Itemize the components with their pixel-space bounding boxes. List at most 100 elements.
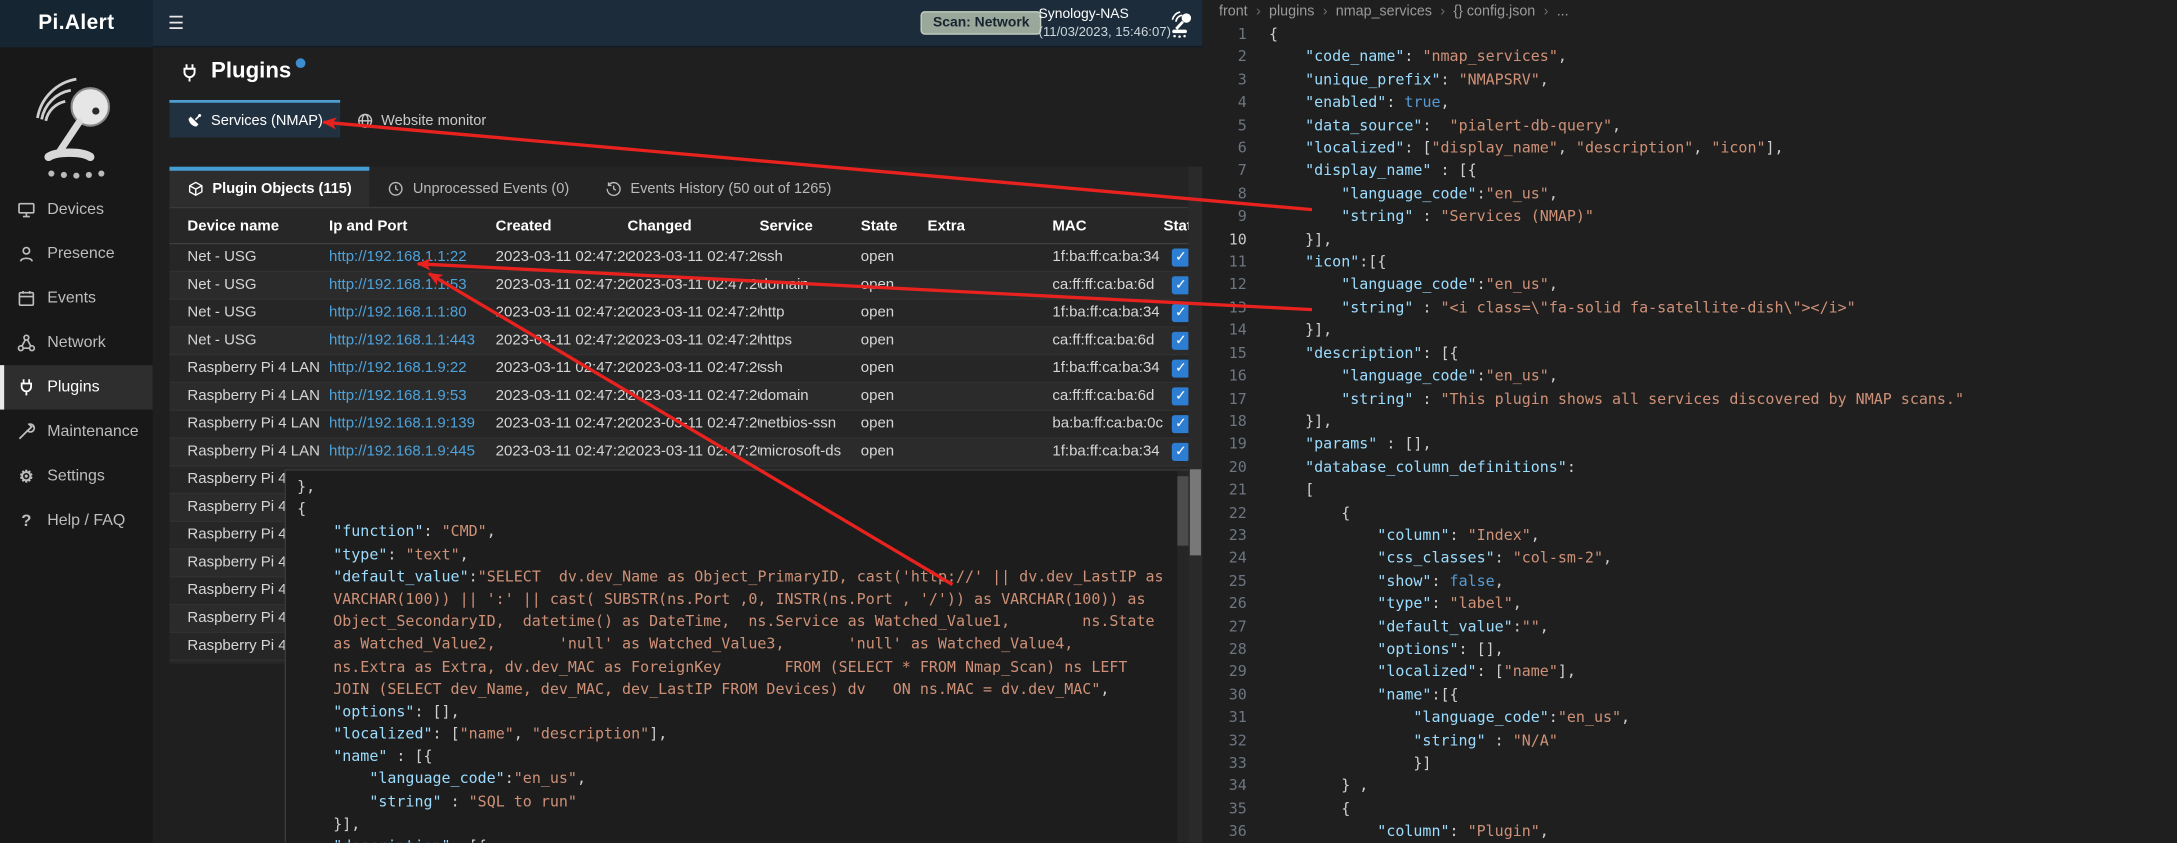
- sidebar-menu: DevicesPresence Events NetworkPluginsMaint…: [0, 187, 153, 542]
- line-number: 24: [1202, 549, 1246, 572]
- tab-services-nmap[interactable]: Services (NMAP): [169, 100, 339, 137]
- editor-lines[interactable]: 1{2 "code_name": "nmap_services",3 "uniq…: [1202, 25, 2177, 843]
- cell-device: Raspberry Pi 4 LAN: [169, 355, 329, 381]
- breadcrumb-separator: ›: [1256, 4, 1261, 19]
- cell-state: open: [861, 355, 928, 381]
- cell-status: ✓: [1163, 300, 1188, 326]
- ip-port-link[interactable]: http://192.168.1.1:53: [329, 272, 496, 298]
- ip-port-link[interactable]: http://192.168.1.1:80: [329, 300, 496, 326]
- table-scrollbar[interactable]: [1188, 167, 1202, 843]
- breadcrumb-item-nmap-services[interactable]: nmap_services: [1336, 4, 1432, 19]
- gear-icon: ⚙: [17, 466, 36, 485]
- tab-website-monitor[interactable]: Website monitor: [339, 100, 502, 137]
- cell-status: ✓: [1163, 411, 1188, 437]
- code-text: ns.Extra as Extra, dv.dev_MAC as Foreign…: [297, 657, 1127, 675]
- code-editor: front›plugins›nmap_services›{} config.js…: [1202, 0, 2177, 843]
- cell-service: domain: [759, 272, 860, 298]
- code-text: },: [297, 478, 315, 496]
- table-row[interactable]: Net - USGhttp://192.168.1.1:532023-03-11…: [169, 272, 1188, 300]
- row-checkbox[interactable]: ✓: [1172, 415, 1189, 433]
- menu-toggle-icon[interactable]: ☰: [168, 0, 184, 47]
- table-row[interactable]: Raspberry Pi 4 LANhttp://192.168.1.9:532…: [169, 383, 1188, 411]
- row-checkbox[interactable]: ✓: [1172, 249, 1189, 267]
- line-number: 2: [1202, 48, 1246, 71]
- ip-port-link[interactable]: http://192.168.1.9:53: [329, 383, 496, 409]
- sidebar-item-settings[interactable]: ⚙ Settings: [0, 454, 153, 498]
- editor-line: 10 }],: [1202, 230, 2177, 253]
- subtab-events-history-50-out-of-1265[interactable]: Events History (50 out of 1265): [587, 167, 849, 207]
- table-row[interactable]: Net - USGhttp://192.168.1.1:222023-03-11…: [169, 244, 1188, 272]
- sidebar-item-events[interactable]: Events: [0, 276, 153, 320]
- code-text: "name":[{: [1269, 686, 1459, 709]
- code-text: JOIN (SELECT dev_Name, dev_MAC, dev_Last…: [297, 680, 1109, 698]
- ip-port-link[interactable]: http://192.168.1.9:22: [329, 355, 496, 381]
- line-number: 16: [1202, 367, 1246, 390]
- code-text: "string" : "This plugin shows all servic…: [1269, 389, 1964, 412]
- editor-line: 1{: [1202, 25, 2177, 48]
- cell-state: open: [861, 272, 928, 298]
- code-text: {: [1269, 799, 1350, 822]
- code-text: "column": "Index",: [1269, 526, 1540, 549]
- cell-created: 2023-03-11 02:47:20: [496, 300, 628, 326]
- row-checkbox[interactable]: ✓: [1172, 276, 1189, 294]
- row-checkbox[interactable]: ✓: [1172, 360, 1189, 378]
- sidebar-item-label: Settings: [47, 468, 105, 485]
- overlay-code-line: },: [297, 478, 1172, 500]
- breadcrumb-item-config-json[interactable]: {} config.json: [1453, 4, 1535, 19]
- page-title: Plugins: [211, 56, 291, 89]
- network-icon: [17, 333, 36, 352]
- ip-port-link[interactable]: http://192.168.1.1:443: [329, 328, 496, 354]
- table-row[interactable]: Net - USGhttp://192.168.1.1:802023-03-11…: [169, 300, 1188, 328]
- table-row[interactable]: Raspberry Pi 4 LANhttp://192.168.1.9:445…: [169, 439, 1188, 467]
- ip-port-link[interactable]: http://192.168.1.9:445: [329, 439, 496, 465]
- sidebar-item-label: Events: [47, 290, 96, 307]
- overlay-scrollbar-thumb[interactable]: [1177, 476, 1188, 545]
- breadcrumb-item-plugins[interactable]: plugins: [1269, 4, 1314, 19]
- overlay-scrollbar[interactable]: [1177, 471, 1188, 843]
- cell-changed: 2023-03-11 02:47:20: [628, 383, 760, 409]
- ip-port-link[interactable]: http://192.168.1.1:22: [329, 244, 496, 270]
- editor-line: 13 "string" : "<i class=\"fa-solid fa-sa…: [1202, 298, 2177, 321]
- line-number: 30: [1202, 686, 1246, 709]
- events-icon: [17, 289, 36, 308]
- editor-line: 2 "code_name": "nmap_services",: [1202, 48, 2177, 71]
- table-row[interactable]: Raspberry Pi 4 LANhttp://192.168.1.9:139…: [169, 411, 1188, 439]
- table-scrollbar-thumb[interactable]: [1190, 469, 1201, 555]
- editor-line: 35 {: [1202, 799, 2177, 822]
- line-number: 6: [1202, 139, 1246, 162]
- line-number: 19: [1202, 435, 1246, 458]
- plugins-help-badge[interactable]: [295, 58, 305, 68]
- code-text: "database_column_definitions":: [1269, 458, 1576, 481]
- cell-service: ssh: [759, 355, 860, 381]
- code-text: }],: [1269, 230, 1332, 253]
- sidebar-item-help-faq[interactable]: ?Help / FAQ: [0, 498, 153, 542]
- overlay-code-line: "function": "CMD",: [297, 523, 1172, 545]
- cell-mac: ba:ba:ff:ca:ba:0c: [1052, 411, 1163, 437]
- breadcrumb-item-front[interactable]: front: [1219, 4, 1248, 19]
- subtab-plugin-objects-115[interactable]: Plugin Objects (115): [169, 167, 369, 207]
- main-content: Plugins Services (NMAP)Website monitor P…: [153, 47, 1203, 843]
- subtab-unprocessed-events-0[interactable]: Unprocessed Events (0): [370, 167, 587, 207]
- table-row[interactable]: Raspberry Pi 4 LANhttp://192.168.1.9:222…: [169, 355, 1188, 383]
- sidebar-item-devices[interactable]: Devices: [0, 187, 153, 231]
- editor-line: 34 } ,: [1202, 777, 2177, 800]
- ip-port-link[interactable]: http://192.168.1.9:139: [329, 411, 496, 437]
- cell-changed: 2023-03-11 02:47:20: [628, 355, 760, 381]
- code-text: "string" : "N/A": [1269, 731, 1558, 754]
- pialert-logo: [21, 65, 129, 193]
- line-number: 11: [1202, 253, 1246, 276]
- row-checkbox[interactable]: ✓: [1172, 304, 1189, 322]
- sidebar-item-maintenance[interactable]: Maintenance: [0, 410, 153, 454]
- sidebar-item-network[interactable]: Network: [0, 321, 153, 365]
- table-row[interactable]: Net - USGhttp://192.168.1.1:4432023-03-1…: [169, 328, 1188, 356]
- cell-created: 2023-03-11 02:47:20: [496, 355, 628, 381]
- row-checkbox[interactable]: ✓: [1172, 387, 1189, 405]
- code-text: "params" : [],: [1269, 435, 1432, 458]
- row-checkbox[interactable]: ✓: [1172, 332, 1189, 350]
- sidebar-item-presence[interactable]: Presence: [0, 232, 153, 276]
- editor-line: 25 "show": false,: [1202, 572, 2177, 595]
- app-brand[interactable]: Pi.Alert: [0, 0, 153, 47]
- breadcrumb-item-[interactable]: ...: [1557, 4, 1569, 19]
- sidebar-item-plugins[interactable]: Plugins: [0, 365, 153, 409]
- row-checkbox[interactable]: ✓: [1172, 443, 1189, 461]
